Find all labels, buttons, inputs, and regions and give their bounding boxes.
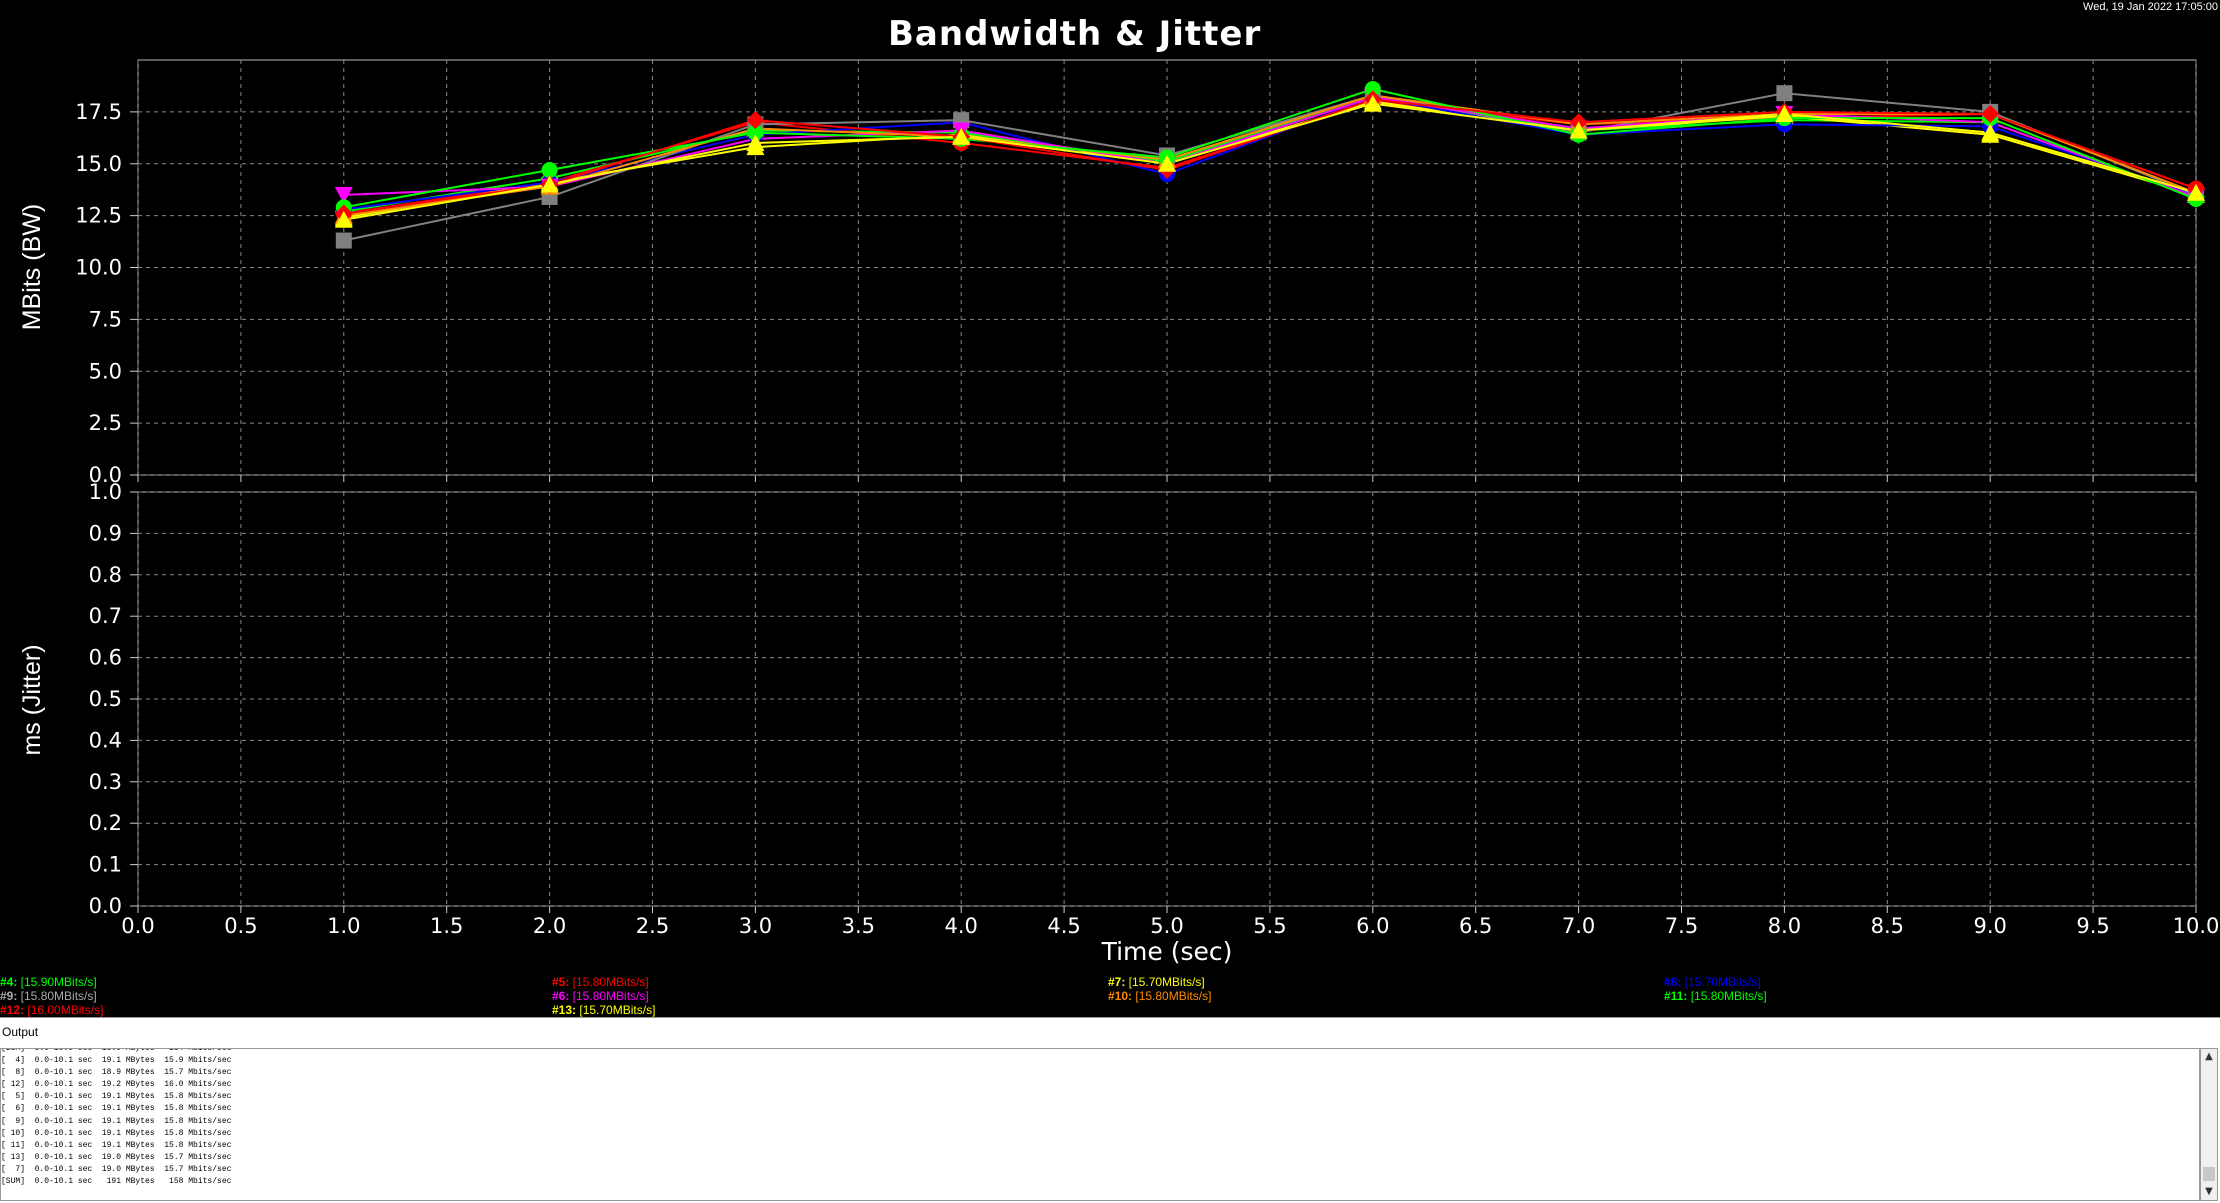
legend-id: #11:: [1664, 989, 1688, 1003]
jitter-ytick-label: 0.4: [89, 728, 122, 752]
legend-item: #12: [16.00MBits/s]: [0, 1003, 103, 1017]
jitter-ytick-label: 0.6: [89, 646, 122, 670]
legend-id: #4:: [0, 975, 18, 989]
xtick-label: 4.5: [1047, 914, 1080, 938]
bandwidth-ytick-label: 7.5: [89, 307, 122, 331]
legend-bandwidth: [15.80MBits/s]: [569, 975, 649, 989]
x-axis: 0.0 0.5 1.0 1.5 2.0 2.5 3.0 3.5 4.0 4.5 5.0 5.5 6.0 6…: [121, 914, 2219, 966]
legend-item: #4: [15.90MBits/s]: [0, 975, 97, 989]
legend: #4: [15.90MBits/s] #5: [15.80MBits/s] #7: …: [0, 972, 2220, 1017]
legend-id: #7:: [1108, 975, 1126, 989]
legend-id: #8:: [1664, 975, 1682, 989]
legend-item: #10: [15.80MBits/s]: [1108, 989, 1211, 1003]
bandwidth-ytick-label: 5.0: [89, 359, 122, 383]
xtick-label: 1.0: [327, 914, 360, 938]
xtick-label: 3.5: [842, 914, 875, 938]
bandwidth-ytick-label: 2.5: [89, 411, 122, 435]
xtick-label: 8.5: [1871, 914, 1904, 938]
legend-id: #6:: [552, 989, 570, 1003]
jitter-ytick-label: 0.8: [89, 563, 122, 587]
xtick-label: 3.0: [739, 914, 772, 938]
jitter-ytick-label: 0.1: [89, 853, 122, 877]
xtick-label: 4.0: [944, 914, 977, 938]
legend-id: #5:: [552, 975, 570, 989]
output-panel: Output [SUM] 9.0-10.0 sec 16.0 MBytes 13…: [0, 1017, 2220, 1203]
bandwidth-ylabel: MBits (BW): [18, 204, 46, 330]
legend-item: #13: [15.70MBits/s]: [552, 1003, 655, 1017]
xtick-label: 6.0: [1356, 914, 1389, 938]
legend-bandwidth: [15.90MBits/s]: [17, 975, 97, 989]
legend-id: #12:: [0, 1003, 25, 1017]
xtick-label: 2.0: [533, 914, 566, 938]
data-point: [335, 232, 352, 249]
xtick-label: 9.5: [2076, 914, 2109, 938]
output-title: Output: [2, 1025, 39, 1039]
legend-bandwidth: [15.80MBits/s]: [569, 989, 649, 1003]
bandwidth-ytick-label: 12.5: [75, 204, 122, 228]
xtick-label: 1.5: [430, 914, 463, 938]
legend-bandwidth: [15.70MBits/s]: [576, 1003, 656, 1017]
data-point: [1776, 85, 1793, 102]
legend-id: #13:: [552, 1003, 577, 1017]
xtick-label: 9.0: [1973, 914, 2006, 938]
output-text-area[interactable]: [SUM] 9.0-10.0 sec 16.0 MBytes 134 Mbits…: [0, 1048, 2200, 1201]
jitter-ytick-label: 1.0: [89, 480, 122, 504]
legend-item: #5: [15.80MBits/s]: [552, 975, 649, 989]
jitter-ylabel: ms (Jitter): [18, 644, 46, 755]
xtick-label: 10.0: [2173, 914, 2220, 938]
bandwidth-jitter-chart: 0.0 2.5 5.0 7.5 10.0 12.5 15.0 17.5 MBits (BW) 0…: [18, 59, 2219, 966]
jitter-ytick-label: 0.5: [89, 687, 122, 711]
xtick-label: 7.5: [1665, 914, 1698, 938]
bandwidth-ytick-label: 15.0: [75, 152, 122, 176]
jitter-ytick-label: 0.9: [89, 521, 122, 545]
legend-item: #6: [15.80MBits/s]: [552, 989, 649, 1003]
bandwidth-ytick-label: 10.0: [75, 256, 122, 280]
output-lines: [SUM] 9.0-10.0 sec 16.0 MBytes 134 Mbits…: [1, 1048, 232, 1187]
xtick-label: 0.0: [121, 914, 154, 938]
x-axis-label: Time (sec): [1101, 937, 1233, 966]
legend-item: #8: [15.70MBits/s]: [1664, 975, 1761, 989]
jitter-ytick-label: 0.3: [89, 770, 122, 794]
legend-bandwidth: [15.70MBits/s]: [1681, 975, 1761, 989]
jitter-frame: [137, 491, 2197, 907]
scroll-down-icon[interactable]: ▼: [2201, 1184, 2217, 1200]
scroll-thumb[interactable]: [2203, 1167, 2215, 1181]
xtick-label: 7.0: [1562, 914, 1595, 938]
bandwidth-ytick-label: 17.5: [75, 100, 122, 124]
jitter-panel: 0.0 0.1 0.2 0.3 0.4 0.5 0.6 0.7 0.8 0.9 1.0 ms (Jit…: [18, 480, 2197, 918]
jitter-ytick-label: 0.0: [89, 894, 122, 918]
xtick-label: 8.0: [1768, 914, 1801, 938]
legend-item: #7: [15.70MBits/s]: [1108, 975, 1205, 989]
legend-item: #11: [15.80MBits/s]: [1664, 989, 1767, 1003]
xtick-label: 0.5: [224, 914, 257, 938]
legend-bandwidth: [15.70MBits/s]: [1125, 975, 1205, 989]
output-scrollbar[interactable]: ▲ ▼: [2200, 1048, 2218, 1201]
legend-item: #9: [15.80MBits/s]: [0, 989, 97, 1003]
legend-id: #10:: [1108, 989, 1133, 1003]
xtick-label: 6.5: [1459, 914, 1492, 938]
xtick-label: 2.5: [636, 914, 669, 938]
legend-bandwidth: [15.80MBits/s]: [1687, 989, 1767, 1003]
jitter-ytick-label: 0.7: [89, 604, 122, 628]
xtick-label: 5.5: [1253, 914, 1286, 938]
legend-bandwidth: [16.00MBits/s]: [24, 1003, 104, 1017]
legend-id: #9:: [0, 989, 18, 1003]
scroll-up-icon[interactable]: ▲: [2201, 1049, 2217, 1065]
legend-bandwidth: [15.80MBits/s]: [17, 989, 97, 1003]
xtick-label: 5.0: [1150, 914, 1183, 938]
jitter-ytick-label: 0.2: [89, 811, 122, 835]
legend-bandwidth: [15.80MBits/s]: [1132, 989, 1212, 1003]
